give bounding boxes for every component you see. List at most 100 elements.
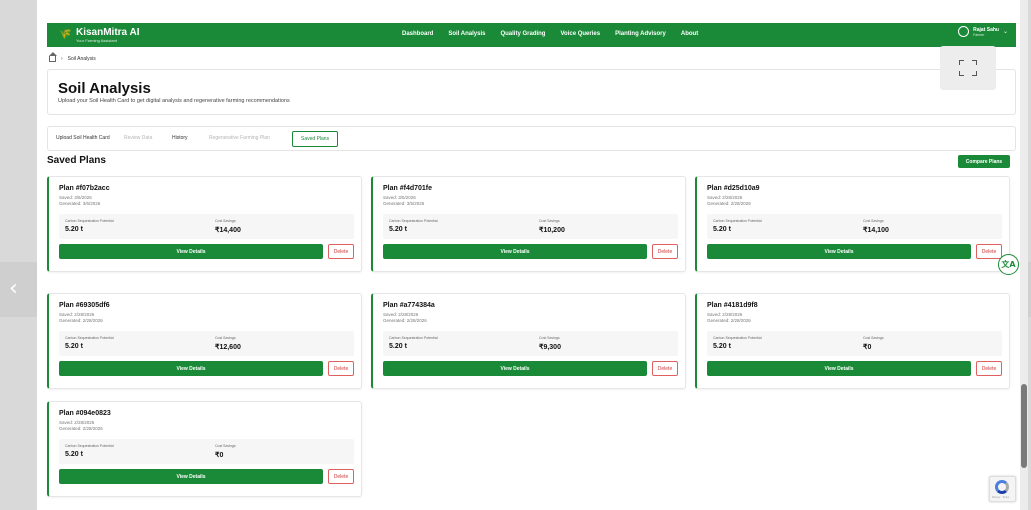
- cost-value: ₹0: [215, 452, 224, 459]
- nav-voice-queries[interactable]: Voice Queries: [560, 31, 600, 37]
- tab-bar: Upload Soil Health Card Review Data Hist…: [47, 126, 1016, 151]
- delete-button[interactable]: Delete: [652, 244, 678, 259]
- plan-card: Plan #a774384a Saved: 2/28/2026 Generate…: [371, 293, 686, 389]
- plan-metrics: Carbon Sequestration Potential 5.20 t Co…: [707, 214, 1002, 239]
- cost-value: ₹14,100: [863, 227, 889, 234]
- plan-saved-date: Saved: 3/6/2026: [59, 195, 92, 200]
- recaptcha-label: Privacy - Terms: [992, 496, 1010, 499]
- plan-card: Plan #094e0823 Saved: 2/28/2026 Generate…: [47, 401, 362, 497]
- plan-title: Plan #4181d9f8: [707, 302, 758, 309]
- view-details-button[interactable]: View Details: [383, 244, 647, 259]
- home-icon[interactable]: [49, 52, 57, 62]
- plan-metrics: Carbon Sequestration Potential 5.20 t Co…: [383, 331, 678, 356]
- cost-label: Cost Savings: [863, 336, 884, 340]
- cost-value: ₹9,300: [539, 344, 561, 351]
- nav-soil-analysis[interactable]: Soil Analysis: [448, 31, 485, 37]
- cost-label: Cost Savings: [215, 444, 236, 448]
- view-details-button[interactable]: View Details: [383, 361, 647, 376]
- nav-dashboard[interactable]: Dashboard: [402, 31, 433, 37]
- carbon-value: 5.20 t: [65, 226, 83, 233]
- plan-card: Plan #d25d10a9 Saved: 2/28/2026 Generate…: [695, 176, 1010, 272]
- cost-label: Cost Savings: [215, 336, 236, 340]
- breadcrumb-separator: ›: [61, 56, 63, 62]
- cost-label: Cost Savings: [863, 219, 884, 223]
- tab-regenerative-plan[interactable]: Regenerative Farming Plan: [209, 135, 270, 141]
- plan-title: Plan #a774384a: [383, 302, 435, 309]
- plan-saved-date: Saved: 2/28/2026: [707, 195, 743, 200]
- cost-value: ₹12,600: [215, 344, 241, 351]
- chevron-left-icon: ‹: [9, 276, 18, 301]
- delete-button[interactable]: Delete: [976, 244, 1002, 259]
- carbon-label: Carbon Sequestration Potential: [389, 219, 438, 223]
- carbon-label: Carbon Sequestration Potential: [389, 336, 438, 340]
- nav-planting-advisory[interactable]: Planting Advisory: [615, 31, 666, 37]
- plan-saved-date: Saved: 2/28/2026: [707, 312, 743, 317]
- carbon-value: 5.20 t: [389, 226, 407, 233]
- plan-generated-date: Generated: 2/28/2026: [707, 201, 751, 206]
- nav-quality-grading[interactable]: Quality Grading: [500, 31, 545, 37]
- compare-plans-button[interactable]: Compare Plans: [958, 155, 1010, 168]
- page-subtitle: Upload your Soil Health Card to get digi…: [58, 98, 290, 104]
- plan-metrics: Carbon Sequestration Potential 5.20 t Co…: [59, 214, 354, 239]
- cost-label: Cost Savings: [539, 219, 560, 223]
- plan-generated-date: Generated: 2/28/2026: [383, 318, 427, 323]
- page-title: Soil Analysis: [58, 80, 151, 97]
- plan-card: Plan #f07b2acc Saved: 3/6/2026 Generated…: [47, 176, 362, 272]
- user-avatar-icon: [958, 26, 970, 37]
- view-details-button[interactable]: View Details: [707, 361, 971, 376]
- carousel-prev-button[interactable]: ‹: [0, 262, 37, 317]
- delete-button[interactable]: Delete: [976, 361, 1002, 376]
- brand-subtitle: Your Farming Assistant: [76, 38, 117, 43]
- view-details-button[interactable]: View Details: [59, 361, 323, 376]
- translate-icon: 文A: [1001, 260, 1016, 269]
- carbon-label: Carbon Sequestration Potential: [65, 219, 114, 223]
- carbon-label: Carbon Sequestration Potential: [65, 336, 114, 340]
- nav-about[interactable]: About: [681, 31, 698, 37]
- cost-value: ₹14,400: [215, 227, 241, 234]
- tab-history[interactable]: History: [172, 135, 188, 141]
- plan-saved-date: Saved: 3/5/2026: [383, 195, 416, 200]
- fullscreen-icon: [959, 60, 964, 65]
- fullscreen-button[interactable]: [940, 46, 996, 90]
- user-menu[interactable]: Rajat Sahu Farmer ⌄: [958, 26, 1008, 37]
- cost-label: Cost Savings: [215, 219, 236, 223]
- plan-metrics: Carbon Sequestration Potential 5.20 t Co…: [59, 439, 354, 464]
- recaptcha-badge[interactable]: Privacy - Terms: [989, 476, 1016, 502]
- delete-button[interactable]: Delete: [328, 361, 354, 376]
- tab-saved-plans[interactable]: Saved Plans: [292, 131, 339, 147]
- brand-title[interactable]: KisanMitra AI: [76, 27, 140, 38]
- plan-card: Plan #f4d701fe Saved: 3/5/2026 Generated…: [371, 176, 686, 272]
- plan-title: Plan #f07b2acc: [59, 185, 110, 192]
- delete-button[interactable]: Delete: [328, 244, 354, 259]
- delete-button[interactable]: Delete: [652, 361, 678, 376]
- delete-button[interactable]: Delete: [328, 469, 354, 484]
- view-details-button[interactable]: View Details: [707, 244, 971, 259]
- plan-metrics: Carbon Sequestration Potential 5.20 t Co…: [707, 331, 1002, 356]
- scrollbar-thumb[interactable]: [1021, 384, 1027, 468]
- view-details-button[interactable]: View Details: [59, 469, 323, 484]
- recaptcha-icon: [995, 480, 1009, 494]
- top-navbar: 🌾 KisanMitra AI Your Farming Assistant D…: [47, 23, 1016, 47]
- plan-saved-date: Saved: 2/28/2026: [383, 312, 419, 317]
- tab-upload[interactable]: Upload Soil Health Card: [56, 135, 110, 141]
- plan-title: Plan #f4d701fe: [383, 185, 433, 192]
- user-role: Farmer: [973, 32, 985, 37]
- tab-review-data[interactable]: Review Data: [124, 135, 152, 141]
- plan-title: Plan #094e0823: [59, 410, 111, 417]
- plan-generated-date: Generated: 3/6/2026: [59, 201, 101, 206]
- translate-button[interactable]: 文A: [998, 254, 1019, 275]
- plan-generated-date: Generated: 2/28/2026: [59, 426, 103, 431]
- carbon-value: 5.20 t: [65, 451, 83, 458]
- plan-card: Plan #69305df6 Saved: 2/28/2026 Generate…: [47, 293, 362, 389]
- carbon-label: Carbon Sequestration Potential: [713, 219, 762, 223]
- view-details-button[interactable]: View Details: [59, 244, 323, 259]
- carbon-value: 5.20 t: [389, 343, 407, 350]
- breadcrumb: › Soil Analysis: [49, 52, 96, 62]
- plan-generated-date: Generated: 2/28/2026: [59, 318, 103, 323]
- carbon-value: 5.20 t: [65, 343, 83, 350]
- plan-title: Plan #69305df6: [59, 302, 110, 309]
- leaf-logo-icon: 🌾: [59, 29, 72, 40]
- plan-metrics: Carbon Sequestration Potential 5.20 t Co…: [383, 214, 678, 239]
- plan-title: Plan #d25d10a9: [707, 185, 760, 192]
- carbon-label: Carbon Sequestration Potential: [713, 336, 762, 340]
